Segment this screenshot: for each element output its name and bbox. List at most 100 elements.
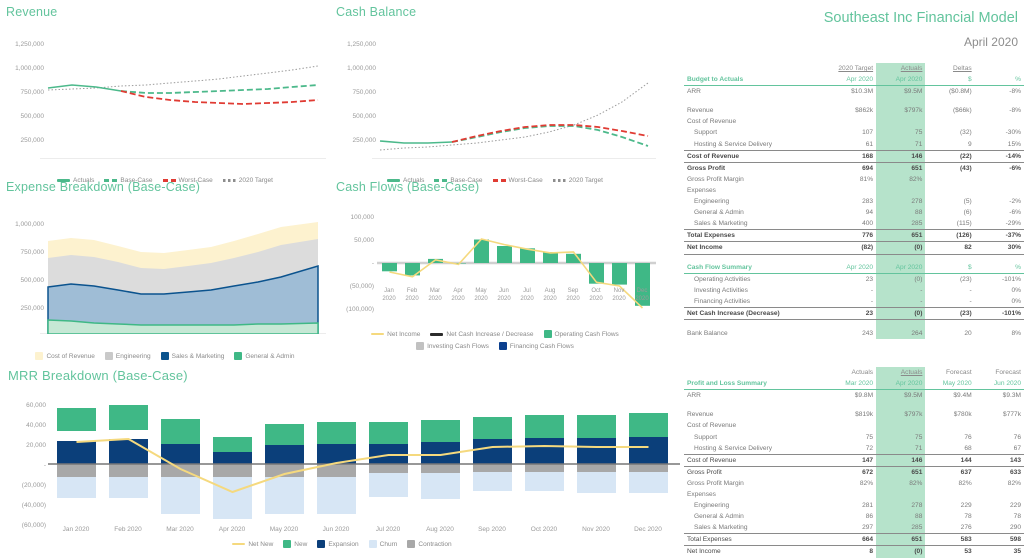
table-row: Gross Profit672651637633 [684, 466, 1024, 478]
row-value: 278 [876, 196, 925, 207]
row-value: 20 [925, 328, 974, 339]
row-label: Support [684, 432, 827, 443]
table-row: Total Expenses776651(126)-37% [684, 230, 1024, 242]
table-spacer-row [684, 97, 1024, 105]
row-value: $819k [827, 409, 876, 420]
legend-item[interactable]: Expansion [317, 540, 358, 548]
legend-item[interactable]: General & Admin [234, 352, 294, 360]
svg-text:Oct: Oct [591, 288, 601, 294]
svg-text:60,000: 60,000 [26, 402, 46, 409]
row-value: 147 [827, 454, 876, 466]
row-value: 776 [827, 230, 876, 242]
row-value: 146 [876, 454, 925, 466]
cash-flows-chart-panel: Cash Flows (Base-Case) 100,000 50,000 - … [330, 175, 660, 350]
row-value: 86 [827, 511, 876, 522]
row-label: Sales & Marketing [684, 218, 827, 230]
row-value: $862k [827, 105, 876, 116]
section-date-1: Apr 2020 [827, 262, 876, 274]
row-value: 400 [827, 218, 876, 230]
table-spacer-row [684, 254, 1024, 262]
legend-item[interactable]: New [283, 540, 307, 548]
row-label: Revenue [684, 105, 827, 116]
row-value: (32) [925, 127, 974, 138]
row-value: 82% [827, 478, 876, 489]
row-label: Net Income [684, 242, 827, 254]
row-value: - [827, 285, 876, 296]
row-value: - [876, 296, 925, 308]
row-label: Cost of Revenue [684, 116, 827, 127]
row-value: 94 [827, 207, 876, 218]
row-value: 107 [827, 127, 876, 138]
svg-text:750,000: 750,000 [21, 249, 45, 256]
col-head-actuals-apr: Actuals [876, 367, 925, 378]
row-value: 285 [876, 522, 925, 534]
row-value: 283 [827, 196, 876, 207]
row-value: - [827, 296, 876, 308]
row-value: 0% [975, 296, 1024, 308]
section-date-4: Jun 2020 [975, 378, 1024, 390]
svg-text:Jun 2020: Jun 2020 [323, 526, 350, 533]
section-title-cashflow: Cash Flow Summary [684, 262, 827, 274]
legend-label: Sales & Marketing [172, 353, 225, 360]
legend-label: New [294, 541, 307, 548]
table-row: Engineering283278(5)-2% [684, 196, 1024, 207]
cash-flows-chart-svg: 100,000 50,000 - (50,000) (100,000) . Ja… [330, 194, 660, 324]
legend-item[interactable]: Engineering [105, 352, 151, 360]
row-value: 71 [876, 443, 925, 455]
legend-item[interactable]: Cost of Revenue [35, 352, 94, 360]
row-value: 651 [876, 162, 925, 174]
row-value: 8% [975, 328, 1024, 339]
row-value: 67 [975, 443, 1024, 455]
svg-text:Nov: Nov [614, 288, 625, 294]
row-value: 76 [975, 432, 1024, 443]
table-row: Cost of Revenue168146(22)-14% [684, 150, 1024, 162]
row-label: Cost of Revenue [684, 454, 827, 466]
svg-text:1,000,000: 1,000,000 [15, 65, 44, 72]
svg-text:(40,000): (40,000) [22, 502, 46, 509]
legend-item[interactable]: Net Income [371, 331, 420, 338]
legend-item[interactable]: Contraction [407, 540, 451, 548]
legend-item[interactable]: Churn [369, 540, 398, 548]
row-label: Gross Profit [684, 466, 827, 478]
svg-text:500,000: 500,000 [21, 113, 45, 120]
table-spacer-row [684, 320, 1024, 328]
legend-label: Cost of Revenue [46, 353, 94, 360]
svg-text:Jan 2020: Jan 2020 [63, 526, 90, 533]
row-value: 285 [876, 218, 925, 230]
table-spacer-row [684, 401, 1024, 409]
svg-text:Oct 2020: Oct 2020 [531, 526, 558, 533]
legend-item[interactable]: Financing Cash Flows [499, 342, 574, 350]
table-row: Gross Profit Margin82%82%82%82% [684, 478, 1024, 489]
row-value: $9.5M [876, 86, 925, 98]
row-value: 276 [925, 522, 974, 534]
col-head-actuals-mar: Actuals [827, 367, 876, 378]
legend-item[interactable]: Operating Cash Flows [544, 330, 619, 338]
row-label: ARR [684, 86, 827, 98]
svg-text:(60,000): (60,000) [22, 522, 46, 529]
cash-flows-chart-title: Cash Flows (Base-Case) [330, 175, 660, 194]
section-date-2: Apr 2020 [876, 74, 925, 86]
section-date-2: Apr 2020 [876, 378, 925, 390]
legend-item[interactable]: Net Cash Increase / Decrease [430, 331, 533, 338]
row-value: 82% [975, 478, 1024, 489]
svg-text:500,000: 500,000 [353, 113, 377, 120]
row-value: 82% [925, 478, 974, 489]
svg-text:Apr 2020: Apr 2020 [219, 526, 246, 533]
svg-text:2020: 2020 [451, 296, 465, 302]
row-value: 82% [876, 174, 925, 185]
table-row: Gross Profit694651(43)-6% [684, 162, 1024, 174]
row-value: 9 [925, 139, 974, 151]
svg-text:Jun: Jun [499, 288, 509, 294]
svg-text:500,000: 500,000 [21, 277, 45, 284]
row-value: 651 [876, 230, 925, 242]
legend-item[interactable]: Sales & Marketing [161, 352, 225, 360]
table-row: Expenses [684, 489, 1024, 500]
legend-item[interactable]: Net New [232, 541, 273, 548]
row-value: 297 [827, 522, 876, 534]
row-label: General & Admin [684, 511, 827, 522]
section-date-3: $ [925, 262, 974, 274]
legend-label: Net New [248, 541, 273, 548]
table-row: Hosting & Service Delivery72716867 [684, 443, 1024, 455]
legend-item[interactable]: Investing Cash Flows [416, 342, 489, 350]
svg-text:1,250,000: 1,250,000 [347, 41, 376, 48]
